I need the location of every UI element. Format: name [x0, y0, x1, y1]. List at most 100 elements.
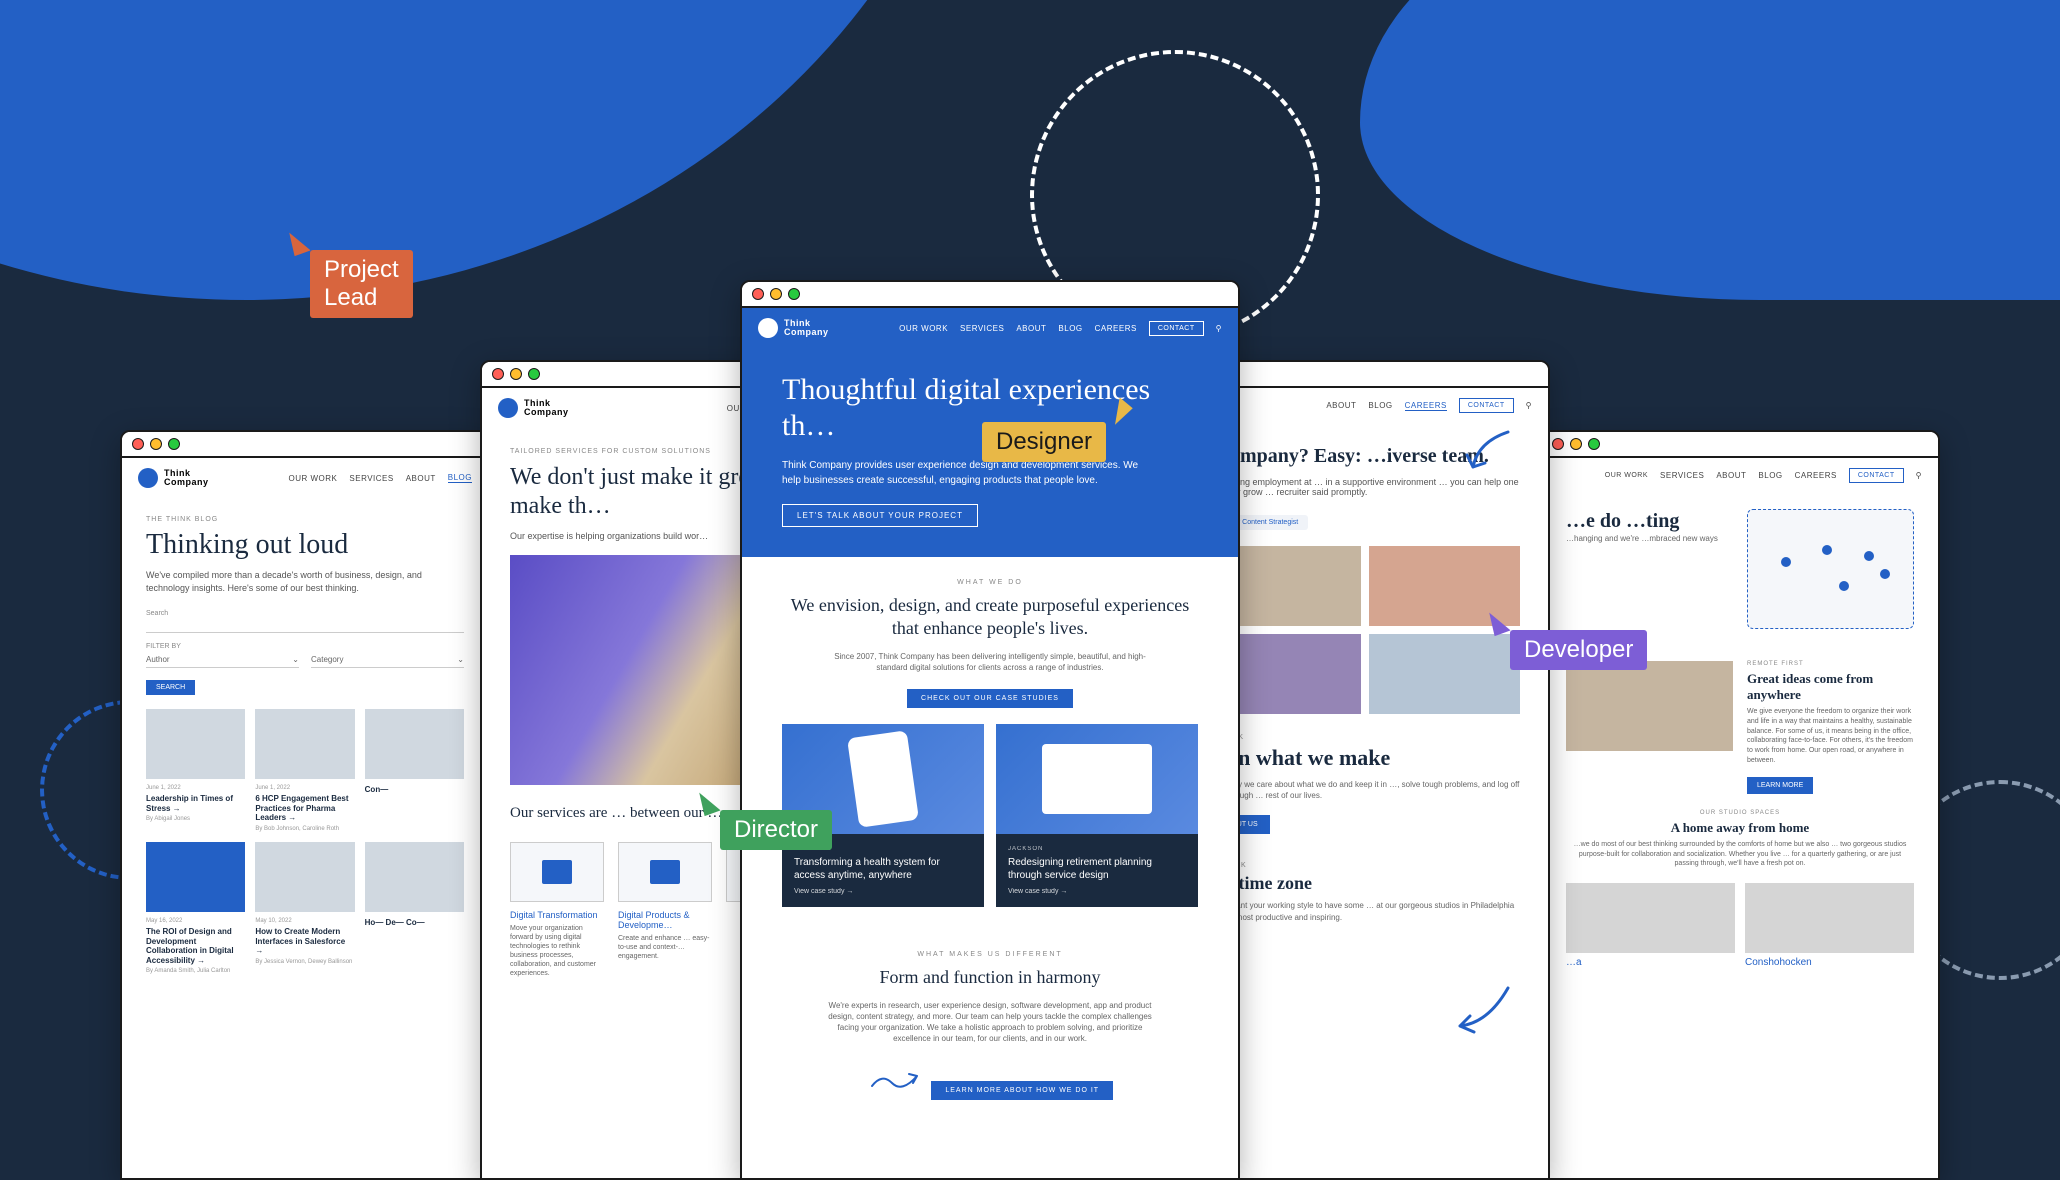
- search-icon[interactable]: ⚲: [1526, 401, 1532, 410]
- blog-thumbnail: [146, 842, 245, 912]
- cursor-label-text: Project Lead: [310, 250, 413, 318]
- chevron-down-icon: ⌄: [292, 655, 299, 664]
- filter-label: FILTER BY: [146, 643, 464, 650]
- map-pin-icon: [1864, 551, 1874, 561]
- case-image: [996, 724, 1198, 834]
- map-pin-icon: [1822, 545, 1832, 555]
- minimize-icon[interactable]: [510, 368, 522, 380]
- nav-about[interactable]: ABOUT: [1716, 471, 1746, 480]
- nav-careers[interactable]: CAREERS: [1795, 471, 1837, 480]
- learn-more-button[interactable]: LEARN MORE: [1747, 777, 1813, 794]
- nav-services[interactable]: SERVICES: [960, 324, 1004, 333]
- blog-thumbnail: [255, 709, 354, 779]
- window-titlebar: [122, 432, 488, 458]
- learn-more-button[interactable]: LEARN MORE ABOUT HOW WE DO IT: [931, 1081, 1113, 1100]
- search-icon[interactable]: ⚲: [1916, 471, 1922, 480]
- nav-about[interactable]: ABOUT: [1326, 401, 1356, 410]
- cursor-label-text: Director: [720, 810, 832, 850]
- bg-blob-right: [1360, 0, 2060, 300]
- section-kicker: WHAT WE DO: [782, 579, 1198, 586]
- minimize-icon[interactable]: [1570, 438, 1582, 450]
- nav-about[interactable]: ABOUT: [1016, 324, 1046, 333]
- section-text: …we do most of our best thinking surroun…: [1566, 840, 1914, 869]
- section-title: We envision, design, and create purposef…: [782, 594, 1198, 641]
- filter-author[interactable]: Author⌄: [146, 652, 299, 668]
- blog-thumbnail: [146, 709, 245, 779]
- contact-button[interactable]: CONTACT: [1459, 398, 1514, 413]
- close-icon[interactable]: [752, 288, 764, 300]
- case-studies-button[interactable]: CHECK OUT OUR CASE STUDIES: [907, 689, 1073, 708]
- contact-button[interactable]: CONTACT: [1849, 468, 1904, 483]
- section-kicker: … WORK: [1210, 862, 1520, 869]
- section-text: Since 2007, Think Company has been deliv…: [820, 651, 1160, 673]
- browser-window-home: ThinkCompany OUR WORK SERVICES ABOUT BLO…: [740, 280, 1240, 1180]
- blog-card[interactable]: June 1, 2022 Leadership in Times of Stre…: [146, 709, 245, 832]
- close-icon[interactable]: [132, 438, 144, 450]
- service-card[interactable]: Digital Products & Developme… Create and…: [618, 842, 712, 979]
- case-title: Redesigning retirement planning through …: [1008, 856, 1186, 882]
- blog-date: May 16, 2022: [146, 918, 245, 924]
- logo-text: ThinkCompany: [164, 469, 209, 487]
- blog-date: May 10, 2022: [255, 918, 354, 924]
- blog-card[interactable]: May 10, 2022 How to Create Modern Interf…: [255, 842, 354, 974]
- nav-services[interactable]: SERVICES: [1660, 471, 1704, 480]
- location-card[interactable]: …a: [1566, 883, 1735, 968]
- blog-title: How to Create Modern Interfaces in Sales…: [255, 927, 354, 956]
- nav-services[interactable]: SERVICES: [349, 474, 393, 483]
- close-icon[interactable]: [492, 368, 504, 380]
- logo-icon[interactable]: [498, 398, 518, 418]
- blog-thumbnail: [365, 842, 464, 912]
- phone-mockup-icon: [847, 730, 919, 827]
- location-photo: [1566, 883, 1735, 953]
- nav-careers[interactable]: CAREERS: [1095, 324, 1137, 333]
- location-card[interactable]: Conshohocken: [1745, 883, 1914, 968]
- logo-icon[interactable]: [758, 318, 778, 338]
- case-study-card[interactable]: JACKSON Redesigning retirement planning …: [996, 724, 1198, 907]
- map-pin-icon: [1839, 581, 1849, 591]
- minimize-icon[interactable]: [150, 438, 162, 450]
- nav-blog[interactable]: BLOG: [1758, 471, 1782, 480]
- blog-title: The ROI of Design and Development Collab…: [146, 927, 245, 965]
- site-nav: ThinkCompany OUR WORK SERVICES ABOUT BLO…: [122, 458, 488, 498]
- nav-our-work[interactable]: OUR WORK: [899, 324, 948, 333]
- nav-our-work[interactable]: OUR WORK: [1605, 472, 1648, 479]
- nav-blog[interactable]: BLOG: [448, 473, 472, 483]
- service-card[interactable]: Digital Transformation Move your organiz…: [510, 842, 604, 979]
- hero-subtitle: Think Company provides user experience d…: [782, 458, 1142, 488]
- contact-button[interactable]: CONTACT: [1149, 321, 1204, 336]
- blog-card[interactable]: Ho— De— Co—: [365, 842, 464, 974]
- blog-card[interactable]: Con—: [365, 709, 464, 832]
- case-link[interactable]: View case study →: [1008, 888, 1186, 895]
- filter-category[interactable]: Category⌄: [311, 652, 464, 668]
- nav-our-work[interactable]: OUR WORK: [289, 474, 338, 483]
- search-input[interactable]: [146, 619, 464, 633]
- service-illustration: [510, 842, 604, 902]
- hero-cta-button[interactable]: LET'S TALK ABOUT YOUR PROJECT: [782, 504, 978, 527]
- service-desc: Create and enhance … easy-to-use and con…: [618, 934, 712, 961]
- search-button[interactable]: SEARCH: [146, 680, 195, 695]
- minimize-icon[interactable]: [770, 288, 782, 300]
- maximize-icon[interactable]: [788, 288, 800, 300]
- search-icon[interactable]: ⚲: [1216, 324, 1222, 333]
- blog-card[interactable]: June 1, 2022 6 HCP Engagement Best Pract…: [255, 709, 354, 832]
- close-icon[interactable]: [1552, 438, 1564, 450]
- nav-blog[interactable]: BLOG: [1058, 324, 1082, 333]
- nav-blog[interactable]: BLOG: [1368, 401, 1392, 410]
- location-name: Conshohocken: [1745, 957, 1914, 968]
- case-link[interactable]: View case study →: [794, 888, 972, 895]
- blog-card[interactable]: May 16, 2022 The ROI of Design and Devel…: [146, 842, 245, 974]
- service-desc: Move your organization forward by using …: [510, 924, 604, 979]
- maximize-icon[interactable]: [1588, 438, 1600, 450]
- section-title: Great ideas come from anywhere: [1747, 671, 1914, 703]
- blog-title: Ho— De— Co—: [365, 918, 464, 928]
- map-pin-icon: [1781, 557, 1791, 567]
- map-illustration: [1747, 509, 1914, 629]
- maximize-icon[interactable]: [168, 438, 180, 450]
- maximize-icon[interactable]: [528, 368, 540, 380]
- location-name: …a: [1566, 957, 1735, 968]
- service-title: Digital Products & Developme…: [618, 910, 712, 930]
- nav-careers[interactable]: CAREERS: [1405, 401, 1447, 411]
- nav-about[interactable]: ABOUT: [406, 474, 436, 483]
- laptop-mockup-icon: [1042, 744, 1152, 814]
- logo-icon[interactable]: [138, 468, 158, 488]
